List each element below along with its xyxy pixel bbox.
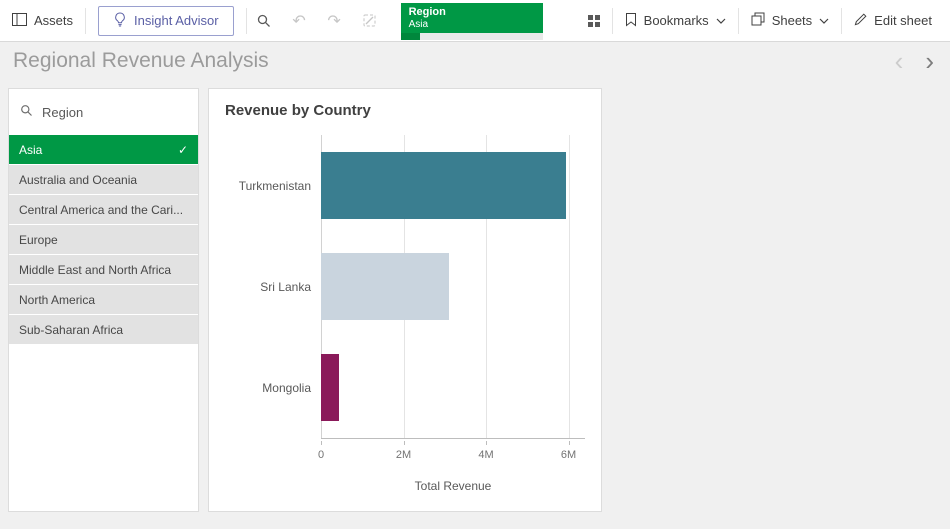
smart-search-button[interactable] xyxy=(247,0,282,41)
chevron-down-icon xyxy=(716,15,726,27)
bar-row-sri-lanka: Sri Lanka xyxy=(321,236,585,337)
filter-pane-title: Region xyxy=(42,105,83,120)
bar-row-turkmenistan: Turkmenistan xyxy=(321,135,585,236)
bar-sri-lanka[interactable] xyxy=(321,253,449,320)
assets-button[interactable]: Assets xyxy=(0,0,85,41)
x-tick-label: 6M xyxy=(561,449,576,461)
previous-sheet-icon: ‹ xyxy=(895,51,904,71)
selection-progress-bar xyxy=(401,33,543,40)
undo-button: ↶ xyxy=(282,0,317,41)
filter-item-middle-east-and-north-africa[interactable]: Middle East and North Africa xyxy=(9,255,198,284)
divider xyxy=(85,8,86,34)
sheet-content: Region Asia ✓ Australia and Oceania Central… xyxy=(0,80,950,529)
y-category-label: Mongolia xyxy=(262,381,311,395)
filter-item-label: North America xyxy=(19,293,188,307)
x-axis: 0 2M 4M 6M xyxy=(321,441,585,465)
chart-title: Revenue by Country xyxy=(209,89,601,119)
insight-advisor-label: Insight Advisor xyxy=(134,13,219,28)
insight-advisor-button[interactable]: Insight Advisor xyxy=(98,6,234,36)
top-toolbar: Assets Insight Advisor ↶ ↷ Region Asia xyxy=(0,0,950,42)
bookmarks-label: Bookmarks xyxy=(644,13,709,28)
assets-panel-icon xyxy=(12,13,27,29)
sheet-navigation: ‹ › xyxy=(895,51,950,71)
x-tick-mark xyxy=(321,441,322,445)
sheet-title: Regional Revenue Analysis xyxy=(0,49,895,73)
filter-item-label: Middle East and North Africa xyxy=(19,263,188,277)
plot-area: TurkmenistanSri LankaMongolia xyxy=(321,135,585,439)
selection-field-name: Region xyxy=(409,6,535,19)
y-category-label: Turkmenistan xyxy=(239,179,311,193)
search-icon xyxy=(256,13,272,29)
filter-item-asia[interactable]: Asia ✓ xyxy=(9,135,198,164)
bar-turkmenistan[interactable] xyxy=(321,152,566,219)
next-sheet-icon[interactable]: › xyxy=(925,51,934,71)
undo-icon: ↶ xyxy=(292,11,305,31)
x-tick-label: 4M xyxy=(478,449,493,461)
y-category-label: Sri Lanka xyxy=(260,280,311,294)
filter-item-label: Europe xyxy=(19,233,188,247)
sheet-header: Regional Revenue Analysis ‹ › xyxy=(0,42,950,80)
redo-button: ↷ xyxy=(317,0,352,41)
filter-pane-region: Region Asia ✓ Australia and Oceania Central… xyxy=(8,88,199,512)
x-axis-title: Total Revenue xyxy=(321,479,585,493)
filter-item-europe[interactable]: Europe xyxy=(9,225,198,254)
bookmark-icon xyxy=(625,12,637,30)
edit-sheet-button[interactable]: Edit sheet xyxy=(842,0,944,41)
x-tick-mark xyxy=(569,441,570,445)
search-icon xyxy=(20,104,33,120)
x-tick-mark xyxy=(404,441,405,445)
selection-progress-fill xyxy=(401,33,421,40)
filter-item-label: Asia xyxy=(19,143,172,157)
filter-pane-header[interactable]: Region xyxy=(9,89,198,135)
filter-item-central-america-and-the-cari[interactable]: Central America and the Cari... xyxy=(9,195,198,224)
pencil-icon xyxy=(854,13,867,29)
bar-mongolia[interactable] xyxy=(321,354,339,421)
chevron-down-icon xyxy=(819,15,829,27)
edit-sheet-label: Edit sheet xyxy=(874,13,932,28)
app-objects-button[interactable] xyxy=(577,0,612,41)
x-tick-label: 0 xyxy=(318,449,324,461)
bar-chart-revenue-by-country: Revenue by Country TurkmenistanSri Lanka… xyxy=(208,88,602,512)
bar-row-mongolia: Mongolia xyxy=(321,337,585,438)
bookmarks-button[interactable]: Bookmarks xyxy=(613,0,738,41)
filter-item-australia-and-oceania[interactable]: Australia and Oceania xyxy=(9,165,198,194)
x-tick-mark xyxy=(486,441,487,445)
sheets-icon xyxy=(751,12,765,29)
sheets-button[interactable]: Sheets xyxy=(739,0,841,41)
toolbar-right-group: Bookmarks Sheets Edit sheet xyxy=(577,0,950,41)
sheets-label: Sheets xyxy=(772,13,812,28)
clear-selections-button xyxy=(352,0,387,41)
filter-item-label: Australia and Oceania xyxy=(19,173,188,187)
clear-selections-icon xyxy=(362,13,377,28)
filter-item-label: Central America and the Cari... xyxy=(19,203,188,217)
selection-chip-region[interactable]: Region Asia xyxy=(401,3,543,40)
grid-icon xyxy=(588,15,600,27)
x-tick-label: 2M xyxy=(396,449,411,461)
assets-label: Assets xyxy=(34,13,73,28)
selection-chip-body: Region Asia xyxy=(401,3,543,33)
filter-item-label: Sub-Saharan Africa xyxy=(19,323,188,337)
check-icon: ✓ xyxy=(178,143,188,157)
selection-field-value: Asia xyxy=(409,19,535,31)
filter-item-sub-saharan-africa[interactable]: Sub-Saharan Africa xyxy=(9,315,198,344)
redo-icon: ↷ xyxy=(327,11,340,31)
lightbulb-icon xyxy=(113,12,127,30)
filter-list: Asia ✓ Australia and Oceania Central Americ… xyxy=(9,135,198,344)
filter-item-north-america[interactable]: North America xyxy=(9,285,198,314)
